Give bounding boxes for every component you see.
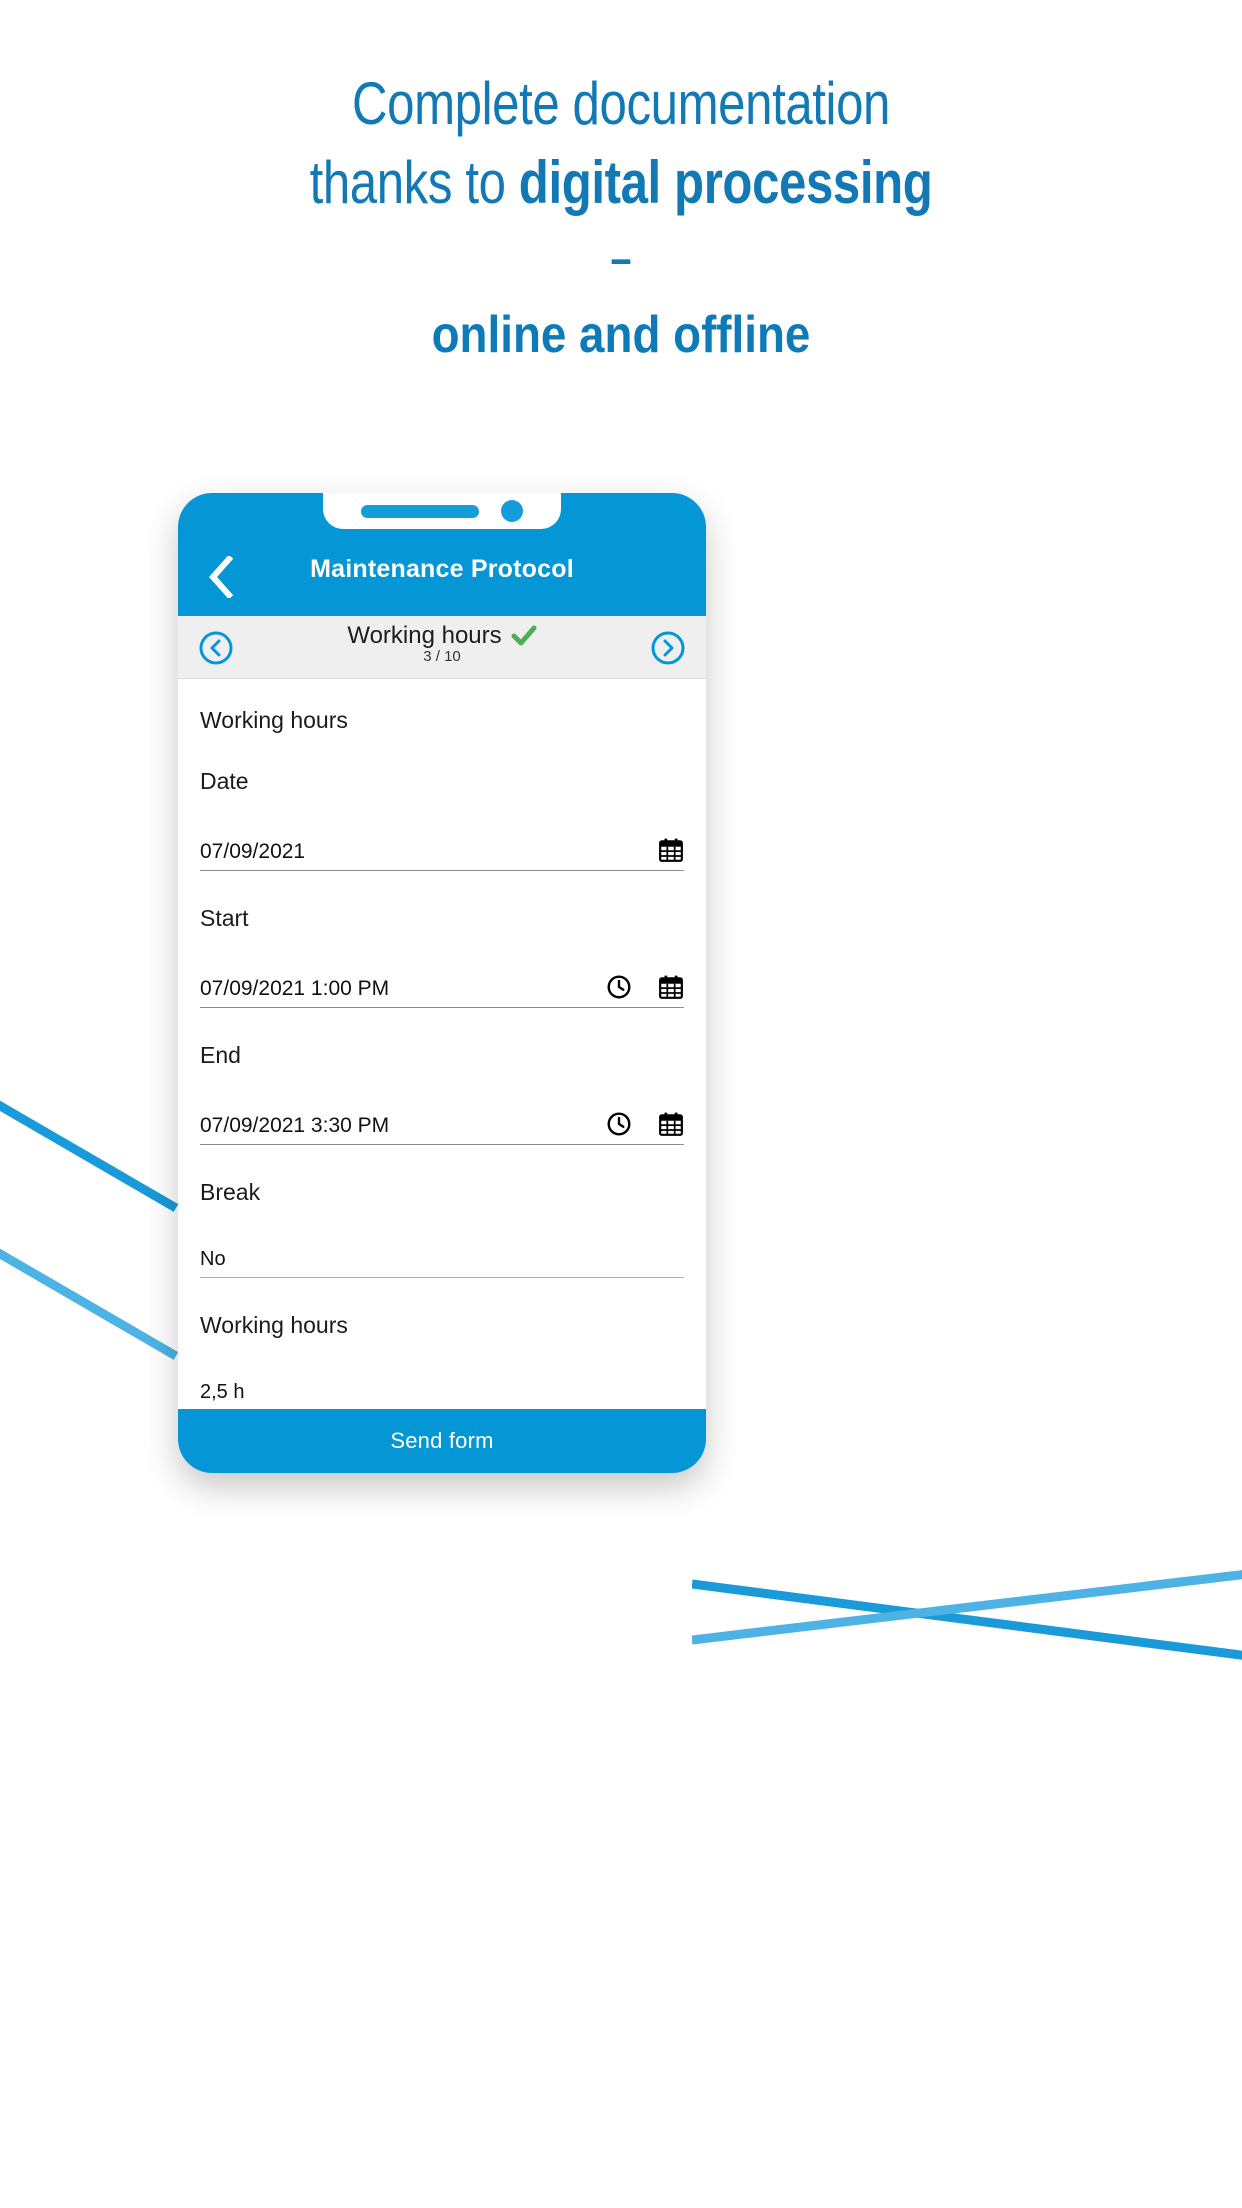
field-date-input-row[interactable]: 07/09/2021 — [200, 837, 684, 871]
step-title-row: Working hours — [347, 622, 537, 650]
swoosh-left-decoration — [0, 1100, 179, 1360]
circle-chevron-right-icon — [651, 631, 685, 665]
front-camera-icon — [501, 500, 523, 522]
form-scroll-area[interactable]: Working hours Date 07/09/2021 Start 07/0… — [178, 679, 706, 1409]
calendar-icon[interactable] — [658, 974, 684, 1000]
phone-mockup: Maintenance Protocol Working hours 3 / 1… — [178, 493, 706, 1473]
field-break-input-row[interactable]: No — [200, 1248, 684, 1278]
field-end-label: End — [200, 1042, 241, 1068]
step-indicator: Working hours 3 / 10 — [178, 622, 706, 665]
field-start: Start 07/09/2021 1:00 PM — [178, 871, 706, 1008]
field-date-label: Date — [200, 768, 249, 794]
headline-dash: – — [610, 231, 632, 284]
send-form-button[interactable]: Send form — [178, 1409, 706, 1473]
headline-block: Complete documentation thanks to digital… — [0, 70, 1242, 365]
green-check-icon — [511, 625, 537, 646]
field-start-icons — [606, 974, 684, 1000]
field-end-icons — [606, 1111, 684, 1137]
step-counter: 3 / 10 — [423, 648, 461, 665]
field-break-value: No — [200, 1248, 226, 1270]
field-end: End 07/09/2021 3:30 PM — [178, 1008, 706, 1145]
field-start-value: 07/09/2021 1:00 PM — [200, 976, 390, 1000]
form-section-title: Working hours — [200, 707, 348, 733]
field-date: Date 07/09/2021 — [178, 734, 706, 871]
page-root: Complete documentation thanks to digital… — [0, 0, 1242, 2208]
field-start-label: Start — [200, 905, 249, 931]
calendar-icon[interactable] — [658, 837, 684, 863]
field-break-label: Break — [200, 1179, 261, 1205]
field-date-icons — [658, 837, 684, 863]
field-break: Break No — [178, 1145, 706, 1278]
headline-line-2-regular: thanks to — [309, 148, 519, 216]
speaker-grill-icon — [361, 504, 479, 518]
field-working-hours: Working hours 2,5 h — [178, 1278, 706, 1409]
next-step-button[interactable] — [650, 630, 686, 666]
field-working-hours-input-row[interactable]: 2,5 h — [200, 1381, 684, 1409]
clock-icon[interactable] — [606, 974, 632, 1000]
calendar-icon[interactable] — [658, 1111, 684, 1137]
headline-line-2: thanks to digital processing — [112, 148, 1130, 216]
headline-line-1: Complete documentation — [352, 70, 890, 137]
swoosh-right-decoration — [692, 1570, 1242, 1660]
field-working-hours-label: Working hours — [200, 1312, 348, 1338]
step-title-label: Working hours — [347, 622, 502, 649]
field-working-hours-value: 2,5 h — [200, 1381, 245, 1403]
field-end-input-row[interactable]: 07/09/2021 3:30 PM — [200, 1111, 684, 1145]
phone-notch — [178, 493, 706, 529]
step-navigation-bar: Working hours 3 / 10 — [178, 616, 706, 679]
headline-line-3: online and offline — [431, 306, 811, 365]
headline-line-2-bold: digital processing — [518, 148, 933, 216]
field-end-value: 07/09/2021 3:30 PM — [200, 1113, 390, 1137]
field-start-input-row[interactable]: 07/09/2021 1:00 PM — [200, 974, 684, 1008]
app-bar-title: Maintenance Protocol — [310, 555, 574, 583]
field-date-value: 07/09/2021 — [200, 839, 306, 863]
clock-icon[interactable] — [606, 1111, 632, 1137]
